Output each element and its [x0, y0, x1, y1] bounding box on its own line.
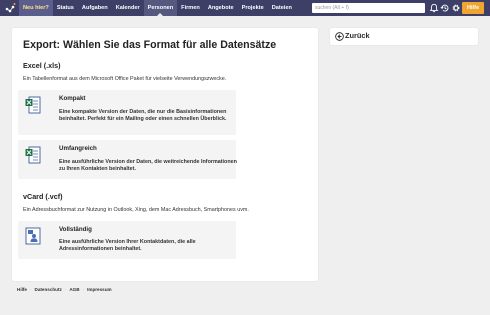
nav-item-tasks[interactable]: Aufgaben	[78, 0, 112, 16]
option-description: Eine ausführliche Version der Daten, die…	[59, 159, 237, 172]
option-description: Eine ausführliche Version Ihrer Kontaktd…	[59, 239, 196, 252]
vcard-section-title: vCard (.vcf)	[23, 192, 63, 201]
footer-link-privacy[interactable]: Datenschutz	[35, 287, 62, 292]
footer-separator: ·	[82, 287, 85, 292]
arrow-left-circle-icon	[335, 32, 344, 41]
nav-item-new-here[interactable]: Neu hier?	[19, 0, 53, 16]
nav-item-companies[interactable]: Firmen	[177, 0, 204, 16]
nav-item-projects[interactable]: Projekte	[238, 0, 268, 16]
app-logo-icon[interactable]	[4, 2, 16, 14]
footer-separator: ·	[64, 287, 67, 292]
footer-separator: ·	[29, 287, 32, 292]
footer-link-help[interactable]: Hilfe	[17, 287, 27, 292]
back-button-label: Zurück	[345, 31, 370, 40]
option-description: Eine kompakte Version der Daten, die nur…	[59, 109, 227, 122]
export-option-vcard-full[interactable]: Vollständig Eine ausführliche Version Ih…	[18, 221, 236, 259]
nav-item-calendar[interactable]: Kalender	[112, 0, 144, 16]
nav-item-persons[interactable]: Personen	[143, 0, 178, 16]
export-option-excel-compact[interactable]: Kompakt Eine kompakte Version der Daten,…	[18, 90, 236, 135]
gear-icon[interactable]	[451, 3, 461, 13]
export-card: Export: Wählen Sie das Format für alle D…	[12, 28, 318, 281]
bell-icon[interactable]	[429, 3, 439, 13]
excel-file-icon	[25, 96, 41, 114]
nav-item-files[interactable]: Dateien	[268, 0, 296, 16]
back-button[interactable]: Zurück	[330, 28, 478, 45]
footer: Hilfe · Datenschutz · AGB · Impressum	[17, 287, 112, 292]
main-nav: Neu hier? Status Aufgaben Kalender Perso…	[19, 0, 296, 16]
top-navigation-bar: Neu hier? Status Aufgaben Kalender Perso…	[0, 0, 490, 16]
search-input[interactable]	[312, 3, 425, 13]
option-title: Vollständig	[59, 226, 92, 233]
footer-link-terms[interactable]: AGB	[69, 287, 79, 292]
vcard-file-icon	[25, 227, 41, 245]
vcard-section-description: Ein Adressbuchformat zur Nutzung in Outl…	[23, 207, 249, 213]
page-title: Export: Wählen Sie das Format für alle D…	[23, 39, 277, 51]
history-icon[interactable]	[440, 3, 450, 13]
footer-link-imprint[interactable]: Impressum	[87, 287, 112, 292]
option-title: Kompakt	[59, 95, 86, 102]
excel-file-icon	[25, 146, 41, 164]
nav-item-status[interactable]: Status	[53, 0, 78, 16]
excel-section-title: Excel (.xls)	[23, 61, 61, 70]
help-button[interactable]: Hilfe	[462, 2, 484, 14]
export-option-excel-extensive[interactable]: Umfangreich Eine ausführliche Version de…	[18, 140, 237, 179]
nav-item-offers[interactable]: Angebote	[204, 0, 238, 16]
option-title: Umfangreich	[59, 145, 97, 152]
excel-section-description: Ein Tabellenformat aus dem Microsoft Off…	[23, 76, 227, 82]
